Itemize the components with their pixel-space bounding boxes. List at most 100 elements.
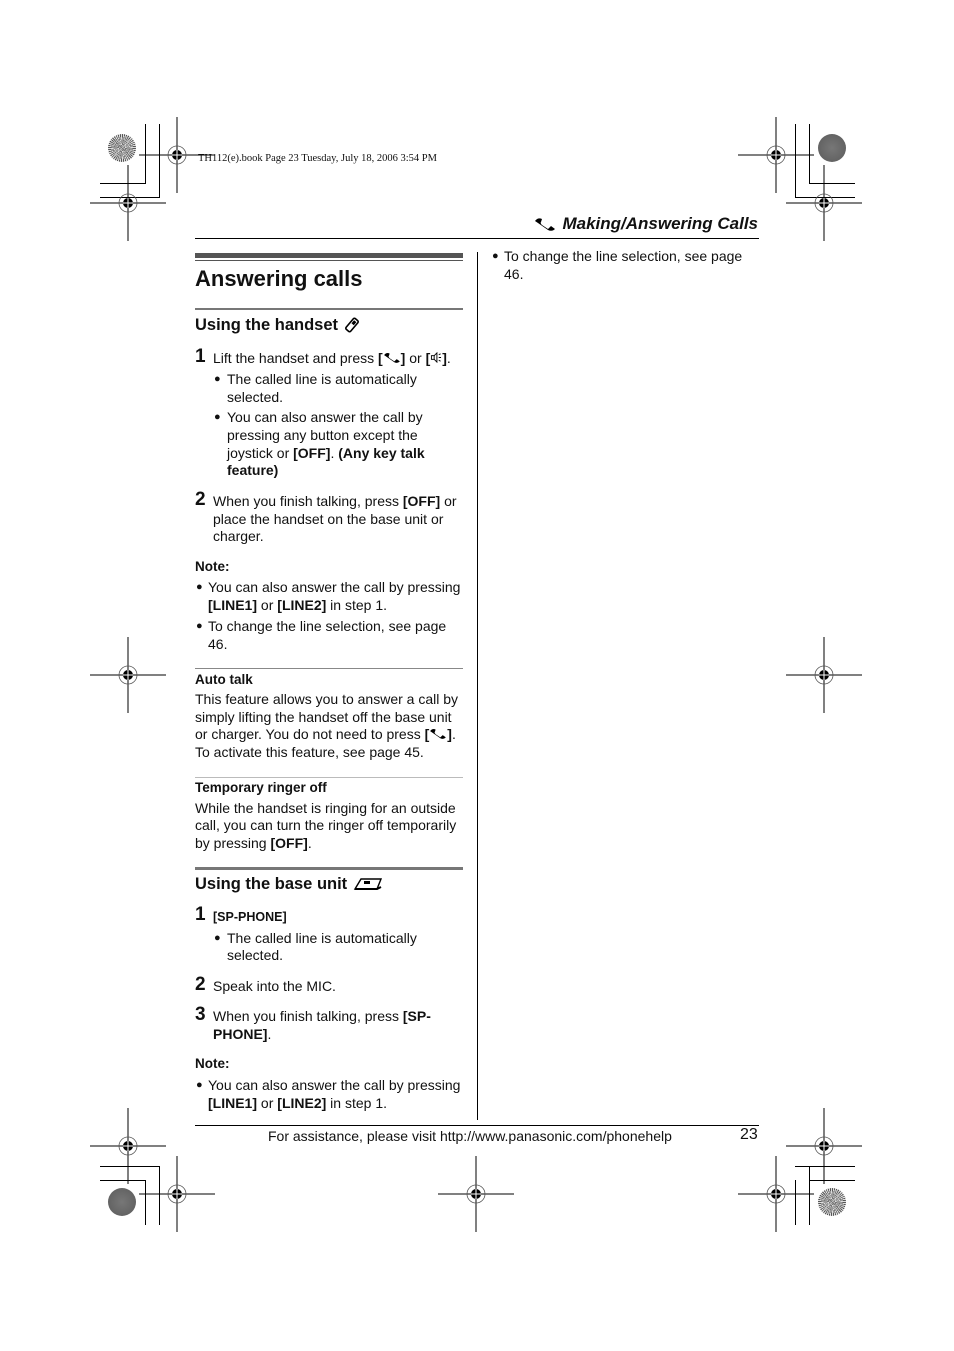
step-text: When you finish talking, press [OFF] or (213, 492, 457, 510)
running-head-title: Making/Answering Calls (562, 214, 758, 233)
handset-icon (345, 317, 360, 333)
bullet-text: pressing any button except the (227, 427, 418, 443)
right-column-text: To change the line selection, see page (504, 248, 743, 264)
note-text: 46. (208, 636, 228, 652)
step-number: 3 (195, 1004, 206, 1025)
ringer-off-text: by pressing [OFF]. (195, 834, 312, 852)
registration-target-icon (437, 1155, 515, 1233)
section-rule-thin (195, 260, 463, 261)
step-text-part: or (405, 350, 426, 366)
step-text: Speak into the MIC. (213, 978, 336, 994)
off-key: [OFF] (270, 835, 308, 851)
line1-key: [LINE1] (208, 597, 258, 613)
text-part: joystick or (227, 445, 294, 461)
section-rule-thick (195, 253, 463, 258)
key-label: SP- (407, 1008, 431, 1024)
bullet-icon: ● (196, 620, 203, 632)
bullet-icon: ● (214, 411, 221, 423)
step-number: 1 (195, 346, 206, 367)
phone-handset-icon (535, 218, 556, 231)
divider (195, 777, 463, 778)
note-text: You can also answer the call by pressing (208, 1077, 461, 1093)
key-label: OFF (275, 835, 304, 851)
key-label: LINE1 (212, 1095, 253, 1111)
speaker-key-icon (431, 351, 442, 364)
text-part: in step 1. (326, 1095, 387, 1111)
off-key: [OFF] (402, 493, 441, 509)
text-part: When you finish talking, press (213, 493, 403, 509)
key-label: LINE2 (281, 597, 322, 613)
key-label: OFF (297, 445, 326, 461)
bullet-icon: ● (214, 932, 221, 944)
bullet-text: The called line is automatically (227, 930, 417, 946)
text-part: When you finish talking, press (213, 1008, 403, 1024)
sp-phone-key: [SP-PHONE] (213, 910, 287, 924)
text-part: in step 1. (326, 597, 387, 613)
step-text: When you finish talking, press [SP- (213, 1008, 431, 1024)
feature-name: feature) (227, 462, 279, 478)
step-text: place the handset on the base unit or (213, 511, 444, 527)
auto-talk-text: To activate this feature, see page 45. (195, 744, 424, 760)
footer-rule (195, 1125, 759, 1126)
text-part: . (267, 1026, 272, 1042)
registration-target-icon (89, 164, 167, 242)
registration-target-icon (737, 116, 815, 194)
bullet-icon: ● (214, 373, 221, 385)
footer-assist-text: For assistance, please visit http://www.… (268, 1128, 672, 1144)
line2-key: [LINE2] (277, 597, 327, 613)
subsection-heading-text: Using the handset (195, 316, 339, 334)
note-text: To change the line selection, see page (208, 618, 447, 634)
key-label: OFF (407, 493, 436, 509)
bullet-text: joystick or [OFF]. (Any key talk (227, 444, 425, 462)
text-part: or charger. You do not need to press (195, 726, 425, 742)
auto-talk-text: This feature allows you to answer a call… (195, 691, 459, 707)
header-rule (195, 238, 759, 239)
subsection-heading-base-unit: Using the base unit (195, 874, 383, 894)
step-number: 2 (195, 489, 206, 510)
feature-name: (Any key talk (338, 445, 425, 461)
registration-target-icon (785, 1107, 863, 1185)
text-part: . (451, 726, 456, 742)
line2-key: [LINE2] (277, 1095, 327, 1111)
line1-key: [LINE1] (208, 1095, 258, 1111)
bullet-text: The called line is automatically (227, 371, 417, 387)
step-text-part: Lift the handset and press (213, 350, 378, 366)
right-column-text: 46. (504, 266, 524, 282)
subsection-rule (195, 308, 463, 310)
bullet-icon: ● (196, 1079, 203, 1091)
step-text: Lift the handset and press [] or []. (213, 350, 451, 366)
step-text-part: . (446, 350, 451, 366)
text-part: . (307, 835, 312, 851)
registration-target-icon (785, 636, 863, 714)
talk-key-icon (430, 729, 447, 739)
step-number: 1 (195, 904, 206, 925)
auto-talk-text: or charger. You do not need to press []. (195, 726, 456, 742)
ringer-off-text: call, you can turn the ringer off tempor… (195, 817, 457, 833)
bullet-icon: ● (492, 250, 499, 262)
divider (195, 668, 463, 669)
note-label: Note: (195, 1056, 230, 1071)
book-info: TH112(e).book Page 23 Tuesday, July 18, … (198, 153, 437, 164)
registration-target-icon (89, 1107, 167, 1185)
bullet-text: selected. (227, 389, 284, 405)
text-part: or (257, 597, 278, 613)
column-divider (477, 252, 478, 1120)
auto-talk-heading: Auto talk (195, 672, 253, 687)
registration-target-icon (138, 1155, 216, 1233)
registration-target-icon (89, 636, 167, 714)
auto-talk-text: simply lifting the handset off the base … (195, 709, 452, 725)
step-text: PHONE]. (213, 1026, 272, 1042)
step-number: 2 (195, 974, 206, 995)
key-label: PHONE (213, 1026, 263, 1042)
text-part: by pressing (195, 835, 271, 851)
base-unit-icon (353, 878, 383, 890)
note-text: You can also answer the call by pressing (208, 579, 461, 595)
bullet-icon: ● (196, 581, 203, 593)
bullet-text: selected. (227, 947, 284, 963)
subsection-heading-handset: Using the handset (195, 315, 360, 335)
off-key: [OFF] (293, 445, 331, 461)
step-text: charger. (213, 528, 264, 544)
key-label: SP-PHONE (217, 910, 283, 924)
subsection-rule (195, 867, 463, 870)
note-label: Note: (195, 559, 230, 574)
